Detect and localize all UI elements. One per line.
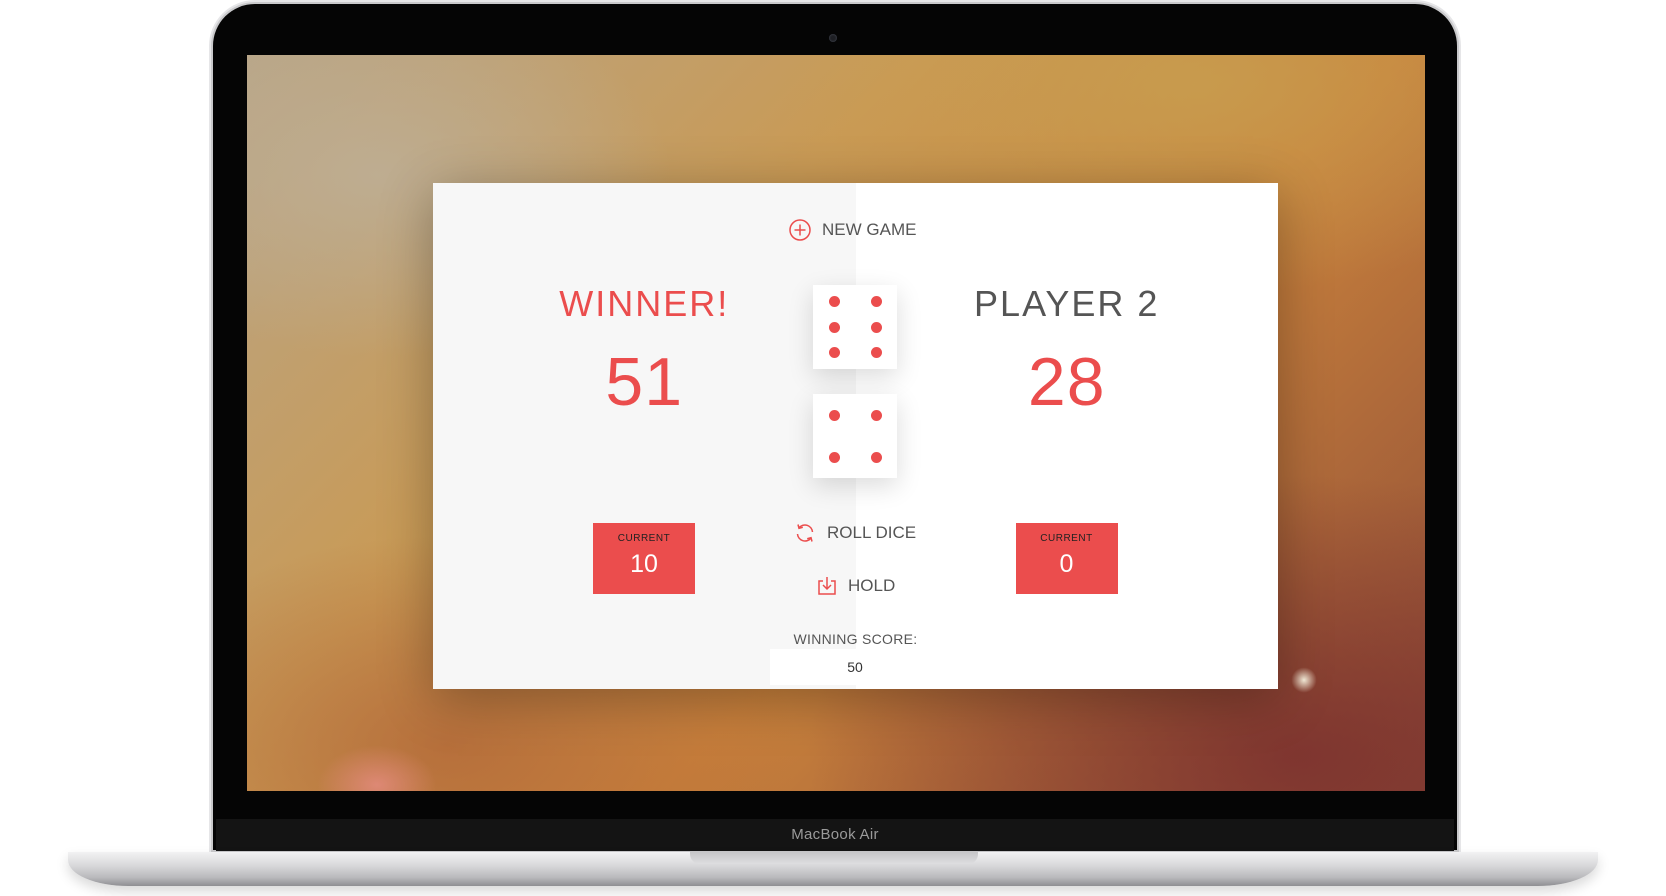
dice-1-pip bbox=[870, 346, 882, 358]
player-1-current-label: Current bbox=[617, 533, 671, 544]
player-1-current-box: Current 10 bbox=[593, 523, 695, 594]
laptop-base bbox=[68, 852, 1598, 886]
dice-2-pip bbox=[870, 409, 882, 421]
hold-label: Hold bbox=[848, 576, 896, 595]
new-game-button[interactable]: New game bbox=[788, 218, 916, 242]
dice-1-pip bbox=[828, 346, 840, 358]
player-1-name: Winner! bbox=[559, 283, 730, 324]
player-2-name: Player 2 bbox=[974, 283, 1160, 324]
dice-1 bbox=[813, 285, 897, 369]
dice-1-pip bbox=[870, 321, 882, 333]
game-panel: Winner! 51 Current 10 Player 2 28 Curren… bbox=[433, 183, 1278, 689]
laptop-screen: Winner! 51 Current 10 Player 2 28 Curren… bbox=[247, 55, 1425, 791]
roll-dice-label: Roll dice bbox=[827, 523, 917, 542]
roll-dice-button[interactable]: Roll dice bbox=[793, 521, 916, 545]
plus-circle-icon bbox=[788, 218, 812, 242]
laptop-bezel: MacBook Air bbox=[216, 819, 1454, 851]
player-2-current-box: Current 0 bbox=[1015, 523, 1118, 594]
background-blob bbox=[317, 745, 437, 791]
winning-score-label: Winning score: bbox=[793, 631, 918, 647]
brand-label: MacBook Air bbox=[791, 826, 879, 843]
camera-icon bbox=[829, 34, 837, 42]
player-2-panel: Player 2 28 Current 0 bbox=[855, 183, 1278, 689]
player-2-score: 28 bbox=[1027, 344, 1106, 420]
stage: Winner! 51 Current 10 Player 2 28 Curren… bbox=[0, 0, 1666, 896]
player-2-current-label: Current bbox=[1040, 533, 1093, 544]
download-icon bbox=[816, 575, 838, 597]
winning-score-input[interactable] bbox=[770, 649, 940, 685]
refresh-icon bbox=[793, 521, 817, 545]
player-2-current-score: 0 bbox=[1059, 550, 1074, 578]
dice-2 bbox=[813, 394, 897, 478]
dice-2-pip bbox=[828, 409, 840, 421]
player-1-score: 51 bbox=[605, 344, 684, 420]
laptop-notch bbox=[690, 852, 978, 864]
dice-1-pip bbox=[828, 321, 840, 333]
dice-1-pip bbox=[828, 296, 840, 308]
dice-1-pip bbox=[870, 296, 882, 308]
player-1-current-score: 10 bbox=[630, 550, 658, 578]
player-1-panel: Winner! 51 Current 10 bbox=[433, 183, 856, 689]
dice-2-pip bbox=[828, 451, 840, 463]
hold-button[interactable]: Hold bbox=[816, 575, 895, 597]
dice-2-pip bbox=[870, 451, 882, 463]
background-sparkle bbox=[1289, 665, 1319, 695]
new-game-label: New game bbox=[822, 220, 917, 239]
